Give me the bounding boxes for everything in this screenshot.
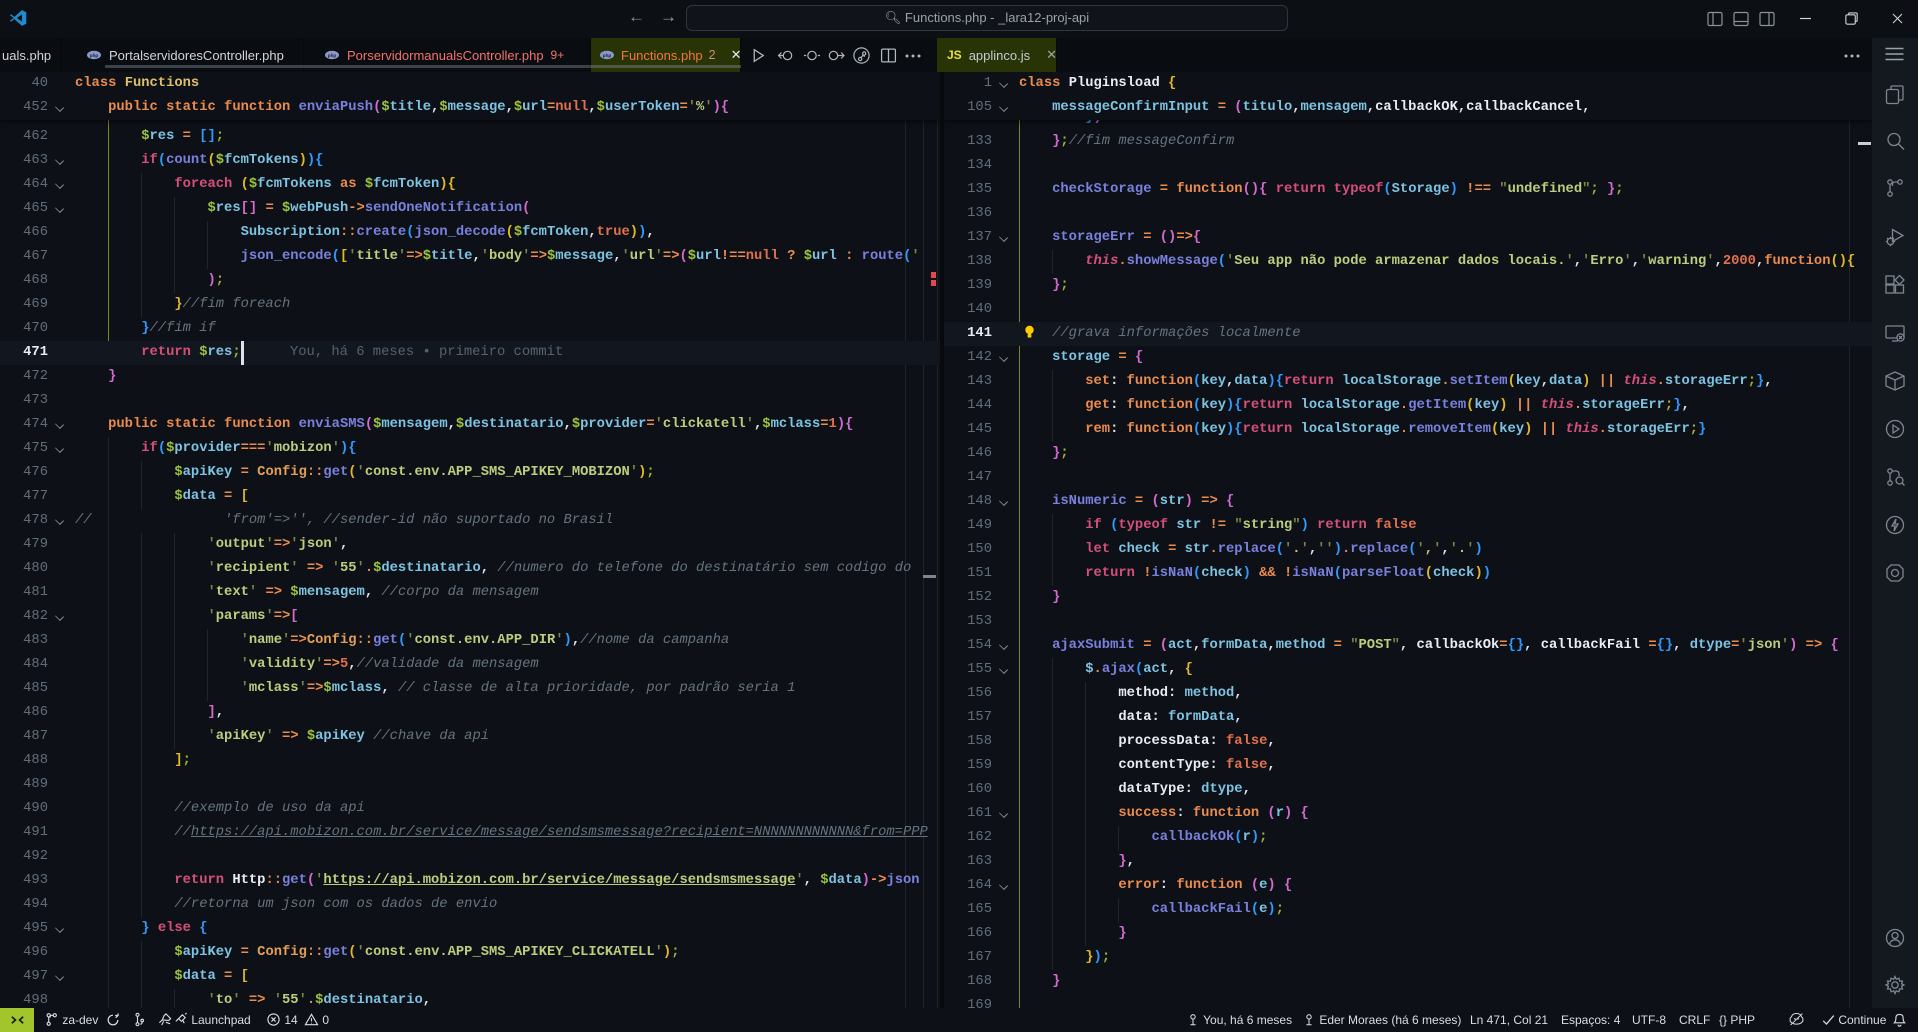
svg-text:php: php	[328, 53, 337, 58]
svg-text:php: php	[90, 53, 99, 58]
svg-text:php: php	[603, 53, 612, 58]
